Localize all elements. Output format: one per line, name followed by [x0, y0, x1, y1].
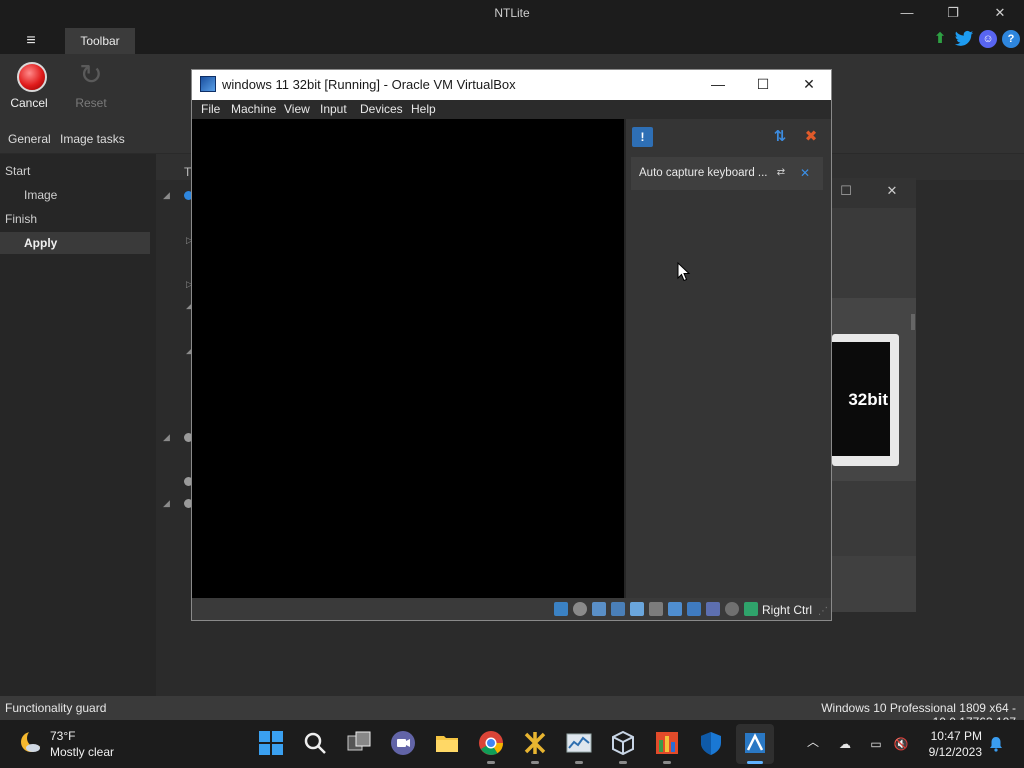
- ntlite-window-title: NTLite: [494, 6, 530, 20]
- sort-notifications-icon[interactable]: ⇅: [771, 128, 789, 146]
- virtualbox-running-indicator: [619, 761, 627, 764]
- do-not-show-again-icon[interactable]: ⇄: [774, 166, 788, 180]
- colorful-app-running-indicator: [663, 761, 671, 764]
- menu-devices[interactable]: Devices: [360, 102, 403, 116]
- cancel-label: Cancel: [10, 96, 48, 110]
- twitter-icon[interactable]: [954, 30, 974, 48]
- tab-toolbar[interactable]: Toolbar: [65, 28, 135, 54]
- notification-bell-icon[interactable]: [988, 736, 1004, 752]
- notification-center-icon[interactable]: !: [632, 127, 653, 147]
- file-explorer-icon[interactable]: [434, 730, 460, 756]
- tree-collapse-icon[interactable]: ◢: [163, 190, 170, 201]
- defender-icon[interactable]: [698, 730, 724, 756]
- menu-input[interactable]: Input: [320, 102, 347, 116]
- task-view-icon[interactable]: [346, 730, 372, 756]
- weather-temperature[interactable]: 73°F: [50, 729, 75, 743]
- start-icon[interactable]: [258, 730, 284, 756]
- ntlite-active-indicator: [747, 761, 763, 764]
- host-key-label: Right Ctrl: [762, 603, 813, 617]
- background-dialog-footer: [832, 556, 916, 612]
- meet-icon[interactable]: [390, 730, 416, 756]
- cpu-icon[interactable]: [706, 602, 720, 616]
- clear-notifications-icon[interactable]: ✖: [801, 128, 821, 146]
- dialog-close-icon[interactable]: ✕: [884, 182, 900, 200]
- vb-maximize-button[interactable]: ☐: [741, 74, 785, 94]
- menu-machine[interactable]: Machine: [231, 102, 276, 116]
- menu-view[interactable]: View: [284, 102, 310, 116]
- volume-muted-icon[interactable]: 🔇: [892, 736, 910, 752]
- audio-icon[interactable]: [592, 602, 606, 616]
- menu-file[interactable]: File: [201, 102, 220, 116]
- display-tray-icon[interactable]: ▭: [867, 736, 885, 752]
- update-arrow-icon[interactable]: ⬆: [931, 30, 949, 48]
- reset-label: Reset: [75, 96, 107, 110]
- weather-description[interactable]: Mostly clear: [50, 745, 114, 759]
- shared-folders-icon[interactable]: [649, 602, 663, 616]
- vm-display[interactable]: [192, 119, 624, 598]
- refresh-icon: ↻: [79, 59, 103, 90]
- app-running-indicator: [531, 761, 539, 764]
- ribbon-group-image-tasks: Image tasks: [60, 132, 125, 146]
- hard-disk-icon[interactable]: [554, 602, 568, 616]
- app-icon[interactable]: [522, 730, 548, 756]
- tree-collapse-icon[interactable]: ◢: [163, 498, 170, 509]
- virtualbox-icon[interactable]: [610, 730, 636, 756]
- vb-close-button[interactable]: ✕: [787, 74, 831, 94]
- tray-overflow-chevron-icon[interactable]: ︿: [805, 734, 821, 750]
- reset-button[interactable]: ↻ Reset: [64, 58, 118, 126]
- stop-icon: [17, 62, 47, 92]
- virtualbox-app-icon[interactable]: [200, 76, 216, 92]
- nav-section-finish[interactable]: Finish: [5, 208, 155, 230]
- ntlite-minimize-button[interactable]: —: [884, 4, 930, 24]
- ntlite-restore-button[interactable]: ❐: [930, 4, 976, 24]
- colorful-app-icon[interactable]: [654, 730, 680, 756]
- dialog-maximize-icon[interactable]: ☐: [838, 182, 854, 200]
- virtualbox-window-title: windows 11 32bit [Running] - Oracle VM V…: [222, 77, 516, 92]
- network-icon[interactable]: [611, 602, 625, 616]
- status-functionality-guard[interactable]: Functionality guard: [5, 701, 106, 715]
- hamburger-menu-icon[interactable]: ≡: [18, 32, 44, 50]
- search-icon[interactable]: [302, 730, 328, 756]
- display-icon[interactable]: [668, 602, 682, 616]
- menu-help[interactable]: Help: [411, 102, 436, 116]
- ribbon-group-general: General: [8, 132, 51, 146]
- resource-monitor-icon[interactable]: [566, 730, 592, 756]
- dialog-scrollbar[interactable]: [911, 314, 915, 330]
- vb-minimize-button[interactable]: —: [696, 74, 740, 94]
- help-icon[interactable]: ?: [1002, 30, 1020, 48]
- discord-icon[interactable]: ☺: [979, 30, 997, 48]
- clock-date[interactable]: 9/12/2023: [920, 745, 982, 759]
- notification-text: Auto capture keyboard ...: [639, 167, 768, 179]
- usb-icon[interactable]: [630, 602, 644, 616]
- onedrive-icon[interactable]: ☁: [836, 736, 854, 752]
- mouse-integration-icon[interactable]: [725, 602, 739, 616]
- notification-center: [624, 119, 831, 598]
- weather-moon-icon[interactable]: [18, 729, 45, 755]
- nav-item-apply[interactable]: Apply: [0, 232, 150, 254]
- mouse-cursor-icon: [677, 261, 691, 282]
- optical-drive-icon[interactable]: [573, 602, 587, 616]
- chrome-running-indicator: [487, 761, 495, 764]
- video-capture-icon[interactable]: [687, 602, 701, 616]
- nav-item-image[interactable]: Image: [24, 184, 150, 206]
- resize-grip-icon[interactable]: ⋰: [818, 606, 830, 618]
- os-image-card-text: 32bit: [848, 390, 888, 409]
- clock-time[interactable]: 10:47 PM: [926, 729, 982, 743]
- monitor-running-indicator: [575, 761, 583, 764]
- ntlite-close-button[interactable]: ✕: [977, 4, 1023, 24]
- cancel-button[interactable]: Cancel: [4, 58, 54, 126]
- notification-close-icon[interactable]: ✕: [798, 166, 812, 180]
- ntlite-icon[interactable]: [742, 730, 768, 756]
- keyboard-capture-icon[interactable]: [744, 602, 758, 616]
- tree-collapse-icon[interactable]: ◢: [163, 432, 170, 443]
- nav-section-start[interactable]: Start: [5, 160, 155, 182]
- chrome-icon[interactable]: [478, 730, 504, 756]
- ntlite-tabbar: [0, 26, 1024, 54]
